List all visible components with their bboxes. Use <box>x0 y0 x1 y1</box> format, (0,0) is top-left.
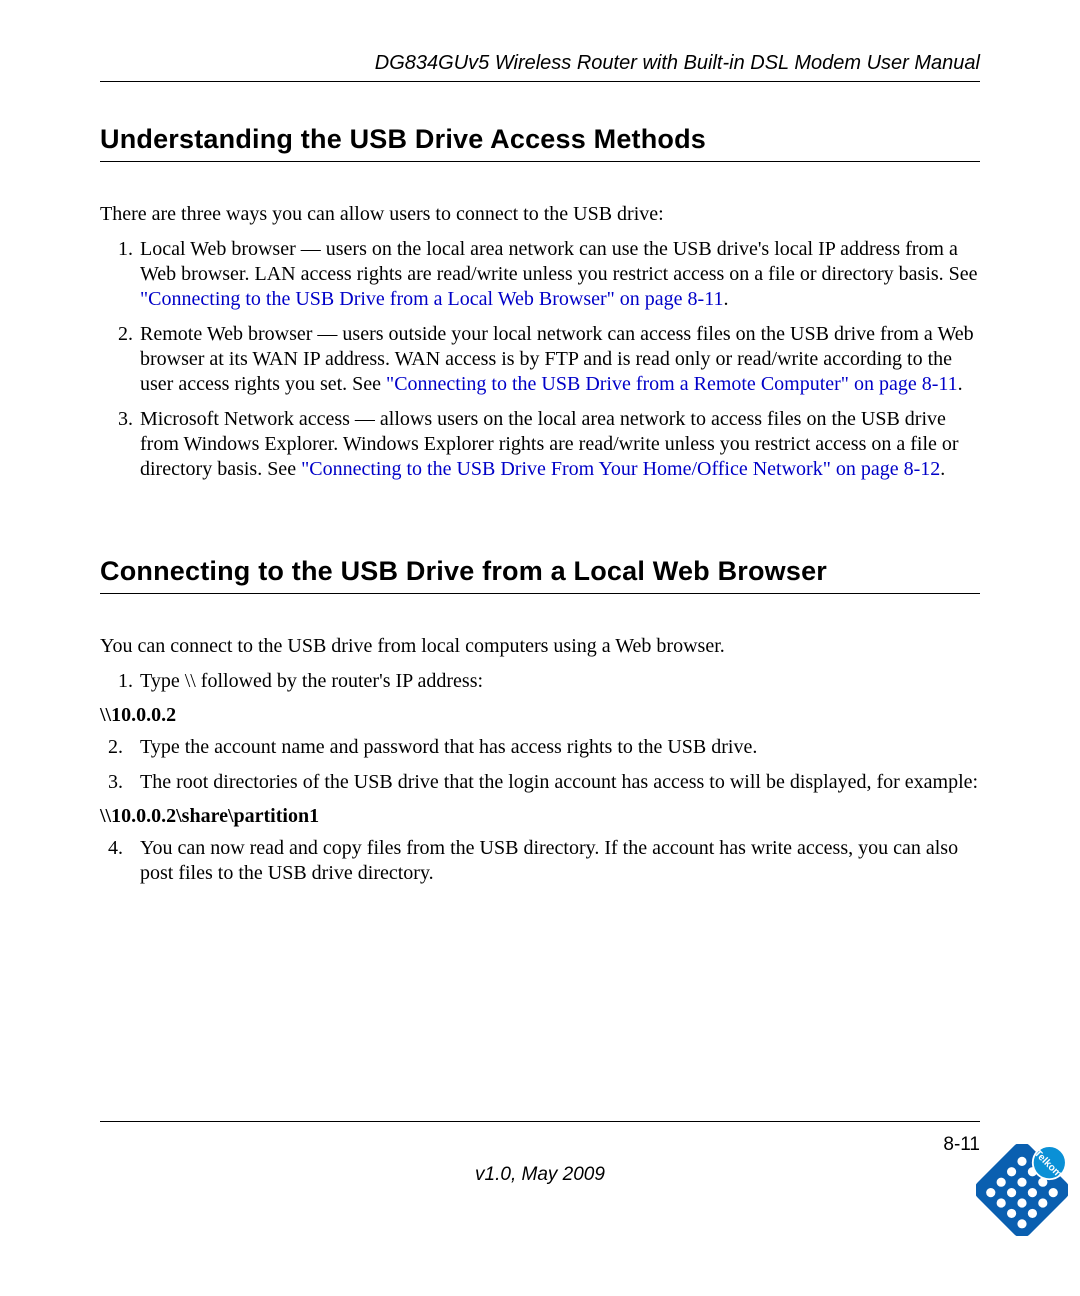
steps-list-2: Type the account name and password that … <box>100 735 980 795</box>
running-header: DG834GUv5 Wireless Router with Built-in … <box>100 52 980 75</box>
list-item: You can now read and copy files from the… <box>100 836 980 886</box>
section-spacer <box>100 492 980 556</box>
step-text: The root directories of the USB drive th… <box>140 771 978 793</box>
header-rule <box>100 81 980 82</box>
list-item: The root directories of the USB drive th… <box>100 770 980 795</box>
list-text: Local Web browser — users on the local a… <box>140 238 978 285</box>
section-heading-1: Understanding the USB Drive Access Metho… <box>100 124 980 155</box>
xref-link[interactable]: "Connecting to the USB Drive from a Loca… <box>140 288 723 310</box>
footer-rule <box>100 1121 980 1122</box>
code-sample-path: \\10.0.0.2\share\partition1 <box>100 805 980 828</box>
step-text: You can now read and copy files from the… <box>140 837 958 884</box>
section1-intro: There are three ways you can allow users… <box>100 202 980 227</box>
list-text: . <box>723 288 728 310</box>
code-sample-ip: \\10.0.0.2 <box>100 704 980 727</box>
list-item: Microsoft Network access — allows users … <box>138 407 980 482</box>
list-item: Local Web browser — users on the local a… <box>138 237 980 312</box>
list-item: Remote Web browser — users outside your … <box>138 322 980 397</box>
page-container: DG834GUv5 Wireless Router with Built-in … <box>0 0 1080 1296</box>
section2-intro: You can connect to the USB drive from lo… <box>100 634 980 659</box>
xref-link[interactable]: "Connecting to the USB Drive from a Remo… <box>386 373 958 395</box>
list-text: . <box>940 458 945 480</box>
page-footer: 8-11 v1.0, May 2009 <box>100 1121 980 1186</box>
step-text: Type the account name and password that … <box>140 736 757 758</box>
telkom-logo-icon: Telkom <box>976 1144 1068 1236</box>
section-rule-1 <box>100 161 980 162</box>
list-item: Type \\ followed by the router's IP addr… <box>138 669 980 694</box>
steps-list-1: Type \\ followed by the router's IP addr… <box>100 669 980 694</box>
steps-list-3: You can now read and copy files from the… <box>100 836 980 886</box>
list-item: Type the account name and password that … <box>100 735 980 760</box>
step-text: Type \\ followed by the router's IP addr… <box>140 670 483 692</box>
xref-link[interactable]: "Connecting to the USB Drive From Your H… <box>301 458 940 480</box>
list-text: . <box>958 373 963 395</box>
section-heading-2: Connecting to the USB Drive from a Local… <box>100 556 980 587</box>
page-number: 8-11 <box>100 1134 980 1156</box>
access-methods-list: Local Web browser — users on the local a… <box>100 237 980 482</box>
section-rule-2 <box>100 593 980 594</box>
version-text: v1.0, May 2009 <box>100 1164 980 1186</box>
